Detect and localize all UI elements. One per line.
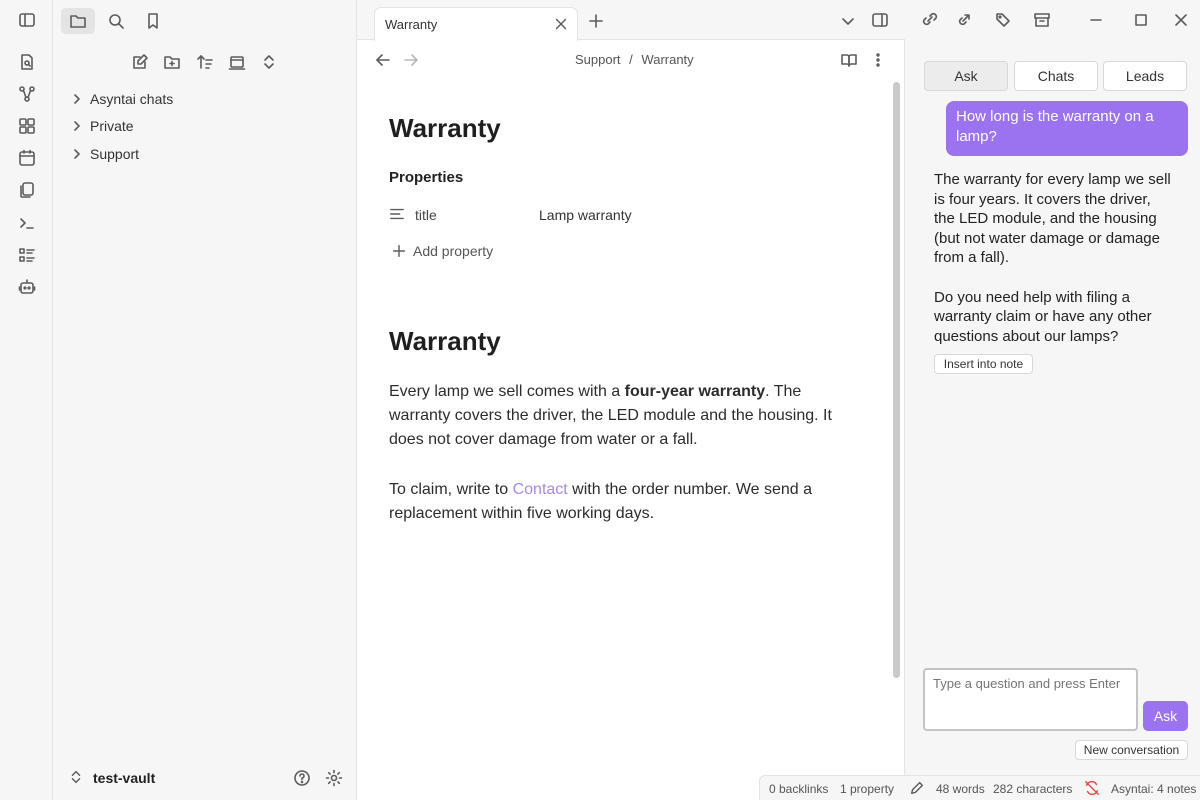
breadcrumb-separator: /: [629, 52, 633, 67]
back-arrow-icon[interactable]: [374, 51, 392, 69]
tab-leads[interactable]: Leads: [1103, 61, 1187, 91]
tags-icon[interactable]: [995, 11, 1013, 29]
backlinks-count[interactable]: 0 backlinks: [769, 782, 828, 796]
bot-icon[interactable]: [17, 277, 37, 297]
search-icon[interactable]: [99, 8, 133, 34]
word-count: 48 words: [936, 782, 985, 796]
breadcrumb-parent[interactable]: Support: [575, 52, 621, 67]
folder-item[interactable]: Private: [71, 115, 134, 137]
add-property-label: Add property: [413, 243, 494, 259]
files-tab-folder-icon[interactable]: [61, 8, 95, 34]
sidebar-toggle-icon[interactable]: [17, 10, 37, 30]
status-bar: 0 backlinks 1 property 48 words 282 char…: [759, 775, 1200, 800]
plus-icon: [392, 244, 406, 258]
property-value[interactable]: Lamp warranty: [539, 207, 632, 223]
terminal-icon[interactable]: [17, 213, 37, 233]
help-icon[interactable]: [293, 769, 311, 787]
chevron-right-icon: [74, 121, 80, 131]
chat-panel: Ask Chats Leads How long is the warranty…: [905, 0, 1200, 800]
internal-link[interactable]: Contact: [513, 481, 568, 498]
answer-paragraph: The warranty for every lamp we sell is f…: [934, 171, 1171, 267]
note-heading: Warranty: [389, 326, 501, 356]
question-input[interactable]: [923, 668, 1138, 731]
folder-label: Support: [90, 146, 140, 162]
properties-heading: Properties: [389, 169, 464, 186]
property-row: title Lamp warranty: [389, 204, 689, 226]
insert-into-note-button[interactable]: Insert into note: [934, 354, 1033, 374]
vault-name[interactable]: test-vault: [93, 770, 155, 786]
reading-view-book-icon[interactable]: [840, 51, 858, 69]
settings-gear-icon[interactable]: [325, 769, 343, 787]
new-tab-plus-icon[interactable]: [587, 12, 605, 30]
editor-pane: Warranty Support / Warranty Warranty Pro…: [357, 0, 905, 800]
archive-icon[interactable]: [1033, 11, 1051, 29]
tab-title: Warranty: [385, 17, 438, 32]
graph-view-icon[interactable]: [17, 84, 37, 104]
scrollbar[interactable]: [893, 82, 900, 678]
breadcrumb: Support / Warranty: [575, 52, 694, 67]
paragraph-2: To claim, write to Contact with the orde…: [389, 478, 844, 526]
chevron-right-icon: [74, 94, 80, 104]
paragraph-text: Every lamp we sell comes with a: [389, 383, 625, 400]
right-sidebar-toggle-icon[interactable]: [871, 11, 889, 29]
text-lines-icon: [390, 208, 404, 220]
calendar-icon[interactable]: [17, 148, 37, 168]
templates-icon[interactable]: [17, 180, 37, 200]
pencil-edit-icon[interactable]: [909, 780, 925, 796]
view-header: Support / Warranty: [357, 40, 905, 80]
tab-chats[interactable]: Chats: [1014, 61, 1098, 91]
folder-item[interactable]: Asyntai chats: [71, 88, 173, 110]
file-explorer-sidebar: Asyntai chats Private Support test-vault: [53, 0, 357, 800]
assistant-answer: The warranty for every lamp we sell is f…: [934, 170, 1174, 346]
vault-switch-icon[interactable]: [68, 769, 84, 785]
forward-arrow-icon[interactable]: [402, 51, 420, 69]
ask-button[interactable]: Ask: [1143, 701, 1188, 731]
maximize-window-icon[interactable]: [1132, 11, 1150, 29]
sort-icon[interactable]: [193, 50, 217, 74]
close-tab-icon[interactable]: [553, 16, 569, 32]
open-quick-switcher-icon[interactable]: [17, 52, 37, 72]
link-plugin-icon[interactable]: [920, 11, 938, 29]
list-checks-icon[interactable]: [17, 245, 37, 265]
bold-text: four-year warranty: [624, 383, 766, 400]
property-key[interactable]: title: [415, 207, 437, 223]
tab-warranty[interactable]: Warranty: [374, 7, 578, 41]
tab-bar: Warranty: [357, 0, 905, 41]
new-note-icon[interactable]: [128, 50, 152, 74]
character-count: 282 characters: [993, 782, 1073, 796]
sync-off-icon[interactable]: [1084, 780, 1100, 796]
auto-reveal-icon[interactable]: [225, 50, 249, 74]
paragraph-text: To claim, write to: [389, 481, 513, 498]
answer-paragraph: Do you need help with filing a warranty …: [934, 288, 1152, 345]
properties-count: 1 property: [840, 782, 895, 796]
breadcrumb-current[interactable]: Warranty: [641, 52, 693, 67]
new-folder-icon[interactable]: [160, 50, 184, 74]
add-property-button[interactable]: Add property: [391, 241, 493, 261]
chevron-right-icon: [74, 149, 80, 159]
bookmark-icon[interactable]: [136, 8, 170, 34]
expand-collapse-icon[interactable]: [257, 50, 281, 74]
canvas-icon[interactable]: [17, 116, 37, 136]
close-window-icon[interactable]: [1172, 11, 1190, 29]
folder-label: Asyntai chats: [90, 91, 174, 107]
more-options-icon[interactable]: [869, 51, 887, 69]
tab-list-chevron-down-icon[interactable]: [839, 12, 857, 30]
folder-item[interactable]: Support: [71, 143, 139, 165]
new-conversation-button[interactable]: New conversation: [1075, 740, 1188, 760]
tab-ask[interactable]: Ask: [924, 61, 1008, 91]
share-link-icon[interactable]: [956, 11, 974, 29]
asyntai-status[interactable]: Asyntai: 4 notes: [1111, 782, 1196, 796]
left-ribbon: [0, 0, 53, 800]
minimize-window-icon[interactable]: [1087, 11, 1105, 29]
vault-switcher-row: test-vault: [53, 756, 357, 800]
folder-label: Private: [90, 118, 134, 134]
paragraph-1: Every lamp we sell comes with a four-yea…: [389, 380, 844, 452]
note-title[interactable]: Warranty: [389, 113, 501, 144]
user-message-bubble: How long is the warranty on a lamp?: [946, 101, 1188, 156]
